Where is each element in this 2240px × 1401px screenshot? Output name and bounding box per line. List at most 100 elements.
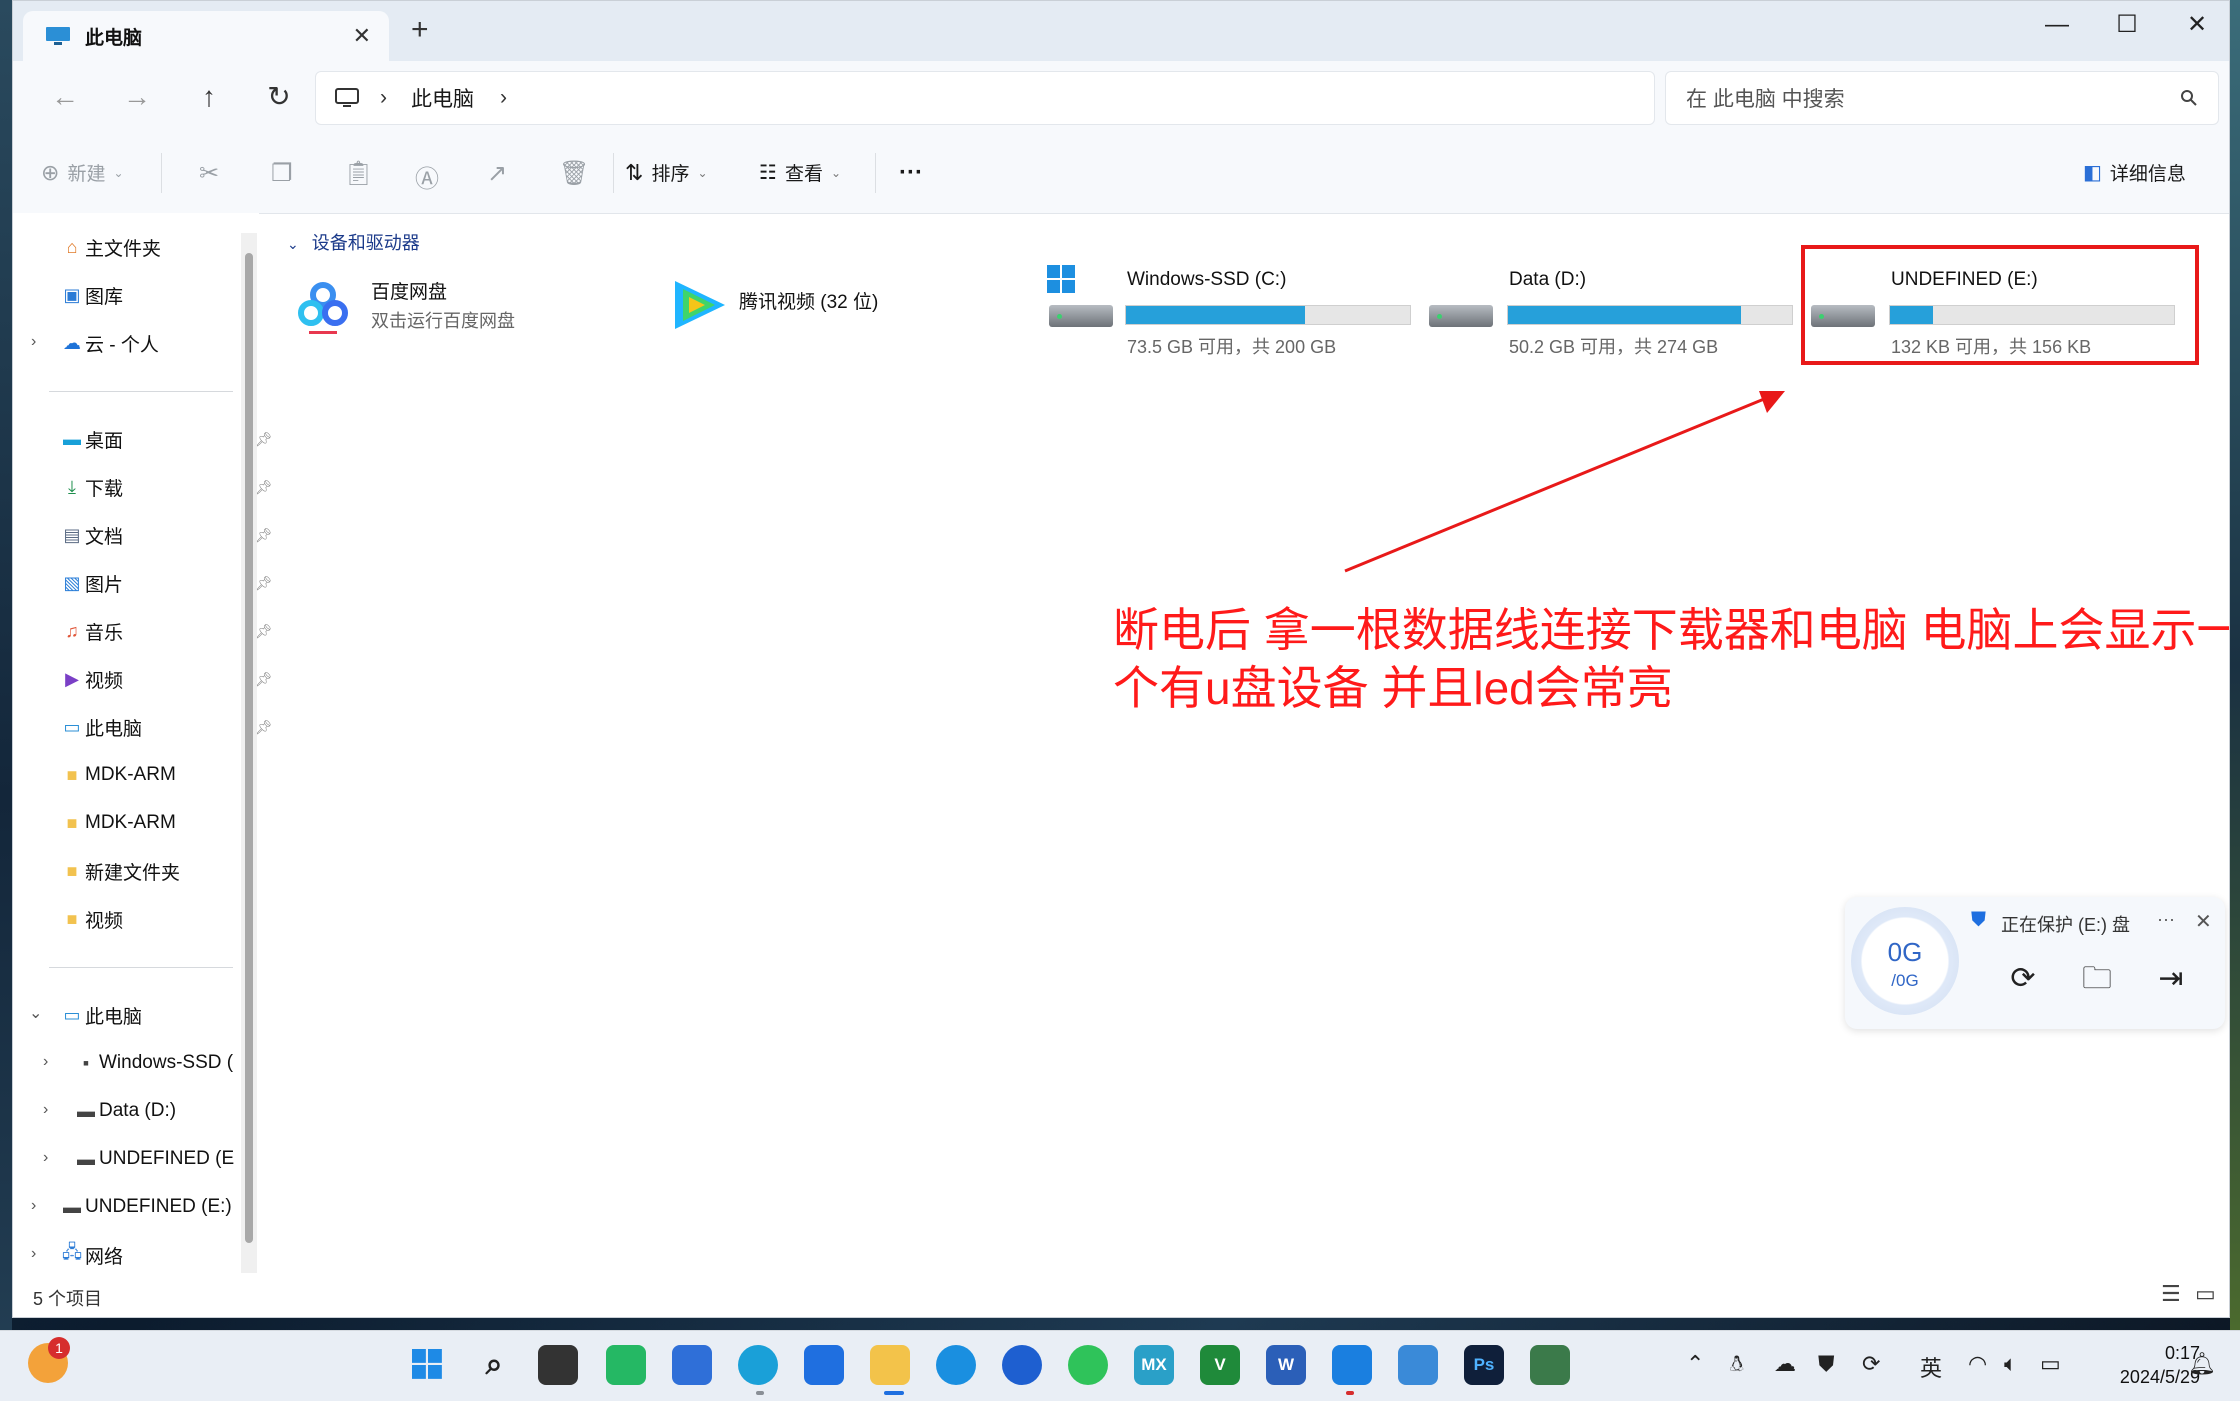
tree-item-undefined-e-child[interactable]: ▬ UNDEFINED (E [73,1139,243,1179]
mx-app-icon[interactable]: MX [1134,1345,1174,1385]
drive-name: Data (D:) [1509,269,1587,290]
details-pane-button[interactable]: ◧ 详细信息 [2083,159,2186,186]
windows-start-icon[interactable] [408,1345,448,1385]
chevron-right-icon[interactable]: › [31,333,36,351]
search-icon[interactable]: ⌕ [474,1345,514,1385]
sidebar-item-desktop[interactable]: ▬ 桌面 📌︎ [59,419,273,459]
tab-close-button[interactable]: ✕ [353,23,371,49]
terminal-icon[interactable] [1530,1345,1570,1385]
more-options-button[interactable]: ··· [899,159,923,187]
edge-icon[interactable] [738,1345,778,1385]
sidebar-item-home[interactable]: ⌂ 主文件夹 [59,227,161,267]
copy-icon[interactable]: ❐ [271,159,293,188]
ie-icon[interactable] [936,1345,976,1385]
drive-tile-d[interactable]: Data (D:) 50.2 GB 可用，共 274 GB [1427,265,1807,357]
gallery-icon: ▣ [63,284,81,305]
sidebar-item-cloud[interactable]: ☁ 云 - 个人 [59,323,159,363]
security-tray-icon[interactable]: ⛊ [1818,1351,1835,1377]
chevron-right-icon[interactable]: › [43,1149,48,1167]
sidebar-item-videos[interactable]: ▶ 视频 📌︎ [59,659,273,699]
app-tile-tencent-video[interactable]: 腾讯视频 (32 位) [669,267,1029,347]
photos-icon[interactable] [1398,1345,1438,1385]
sidebar-item-gallery[interactable]: ▣ 图库 [59,275,123,315]
sidebar-item-mdk-arm-1[interactable]: ■ MDK-ARM [59,755,176,795]
sidebar-scrollbar[interactable] [241,233,257,1273]
popup-more-button[interactable]: ··· [2157,909,2175,930]
wechat-icon[interactable] [1068,1345,1108,1385]
minimize-button[interactable]: — [2027,7,2087,43]
tree-item-undefined-e[interactable]: ▬ UNDEFINED (E:) [59,1187,232,1227]
sync-icon[interactable]: ⟳ [1862,1351,1880,1377]
chevron-right-icon[interactable]: › [31,1197,36,1215]
refresh-button[interactable]: ↻ [259,79,299,115]
app-tile-baidu[interactable]: 百度网盘 双击运行百度网盘 [291,267,651,347]
wifi-icon[interactable]: ◠ [1968,1351,1987,1377]
up-button[interactable]: ↑ [189,79,229,115]
sidebar-item-mdk-arm-2[interactable]: ■ MDK-ARM [59,803,176,843]
tray-overflow-icon[interactable]: ⌃ [1686,1351,1704,1377]
tree-item-data-d[interactable]: ▬ Data (D:) [73,1091,176,1131]
task-view-icon[interactable] [538,1345,578,1385]
new-button[interactable]: ⊕ 新建 ⌄ [41,159,124,186]
breadcrumb-chevron-icon[interactable]: › [500,86,507,110]
cloud-sync-icon[interactable]: ☁ [1774,1351,1796,1377]
view-button[interactable]: ☷ 查看 ⌄ [759,159,841,186]
details-view-icon[interactable]: ☰ [2161,1281,2181,1307]
content-area: ⌄ 设备和驱动器 百度网盘 双击运行百度网盘 腾讯视频 (32 位) Windo… [269,213,2219,1275]
sidebar-item-music[interactable]: ♫ 音乐 📌︎ [59,611,273,651]
file-explorer-icon[interactable] [870,1345,910,1385]
input-language[interactable]: 英 [1920,1351,1942,1383]
photoshop-icon[interactable]: Ps [1464,1345,1504,1385]
chevron-right-icon[interactable]: › [31,1245,36,1263]
phone-link-icon[interactable] [1332,1345,1372,1385]
notification-bell-icon[interactable]: 🔔︎ [2188,1351,2216,1377]
maximize-button[interactable]: ☐ [2097,7,2157,43]
address-bar[interactable]: › 此电脑 › [315,71,1655,125]
chevron-down-icon[interactable]: ⌄ [29,1003,42,1023]
share-icon[interactable]: ↗ [487,159,507,188]
qq-icon[interactable]: 🐧︎ [1730,1351,1744,1380]
popup-close-button[interactable]: ✕ [2195,909,2212,934]
sort-button[interactable]: ⇅ 排序 ⌄ [625,159,708,186]
delete-icon[interactable]: 🗑︎ [559,159,589,188]
battery-icon[interactable]: ▭ [2040,1351,2061,1377]
sidebar-item-downloads[interactable]: ⤓ 下载 📌︎ [59,467,273,507]
drive-tile-c[interactable]: Windows-SSD (C:) 73.5 GB 可用，共 200 GB [1047,265,1427,357]
sidebar-item-pictures[interactable]: ▧ 图片 📌︎ [59,563,272,603]
vs-app-icon[interactable]: V [1200,1345,1240,1385]
scan-icon[interactable]: ⟳ [2003,959,2043,999]
rename-icon[interactable]: Ⓐ [415,159,439,194]
chevron-right-icon[interactable]: › [43,1053,48,1071]
wechat-work-icon[interactable] [606,1345,646,1385]
sidebar-item-documents[interactable]: ▤ 文档 📌︎ [59,515,272,555]
cut-icon[interactable]: ✂ [199,159,219,188]
feather-app-icon[interactable] [1002,1345,1042,1385]
tab-this-pc[interactable]: 此电脑 ✕ [23,11,389,61]
shield-app-icon[interactable] [804,1345,844,1385]
forward-button[interactable]: → [117,79,157,115]
open-folder-icon[interactable]: 🗀︎ [2077,959,2117,999]
eject-icon[interactable]: ⇥ [2151,959,2191,999]
tree-item-this-pc[interactable]: ▭ 此电脑 [59,995,142,1035]
sidebar-item-new-folder[interactable]: ■ 新建文件夹 [59,851,180,891]
plus-circle-icon: ⊕ [41,159,60,185]
search-input[interactable]: 在 此电脑 中搜索 [1665,71,2219,125]
back-button[interactable]: ← [45,79,85,115]
sidebar-item-this-pc[interactable]: ▭ 此电脑 📌︎ [59,707,272,747]
close-button[interactable]: ✕ [2167,7,2227,43]
tree-item-windows-ssd[interactable]: ▪ Windows-SSD ( [73,1043,243,1083]
tree-item-network[interactable]: 🖧︎ 网络 [59,1235,123,1275]
scrollbar-thumb[interactable] [245,253,253,1243]
group-header-devices[interactable]: ⌄ 设备和驱动器 [287,229,420,255]
tiles-view-icon[interactable]: ▭ [2195,1281,2216,1307]
chevron-right-icon[interactable]: › [43,1101,48,1119]
new-tab-button[interactable]: + [411,15,429,45]
paste-icon[interactable]: 📋︎ [343,159,373,188]
clock[interactable]: 0:17 2024/5/29 [2090,1341,2200,1389]
volume-icon[interactable]: 🔈︎ [2004,1351,2017,1377]
breadcrumb-this-pc[interactable]: 此电脑 [411,83,474,113]
store-icon[interactable] [672,1345,712,1385]
sidebar-item-video-folder[interactable]: ■ 视频 [59,899,123,939]
word-icon[interactable]: W [1266,1345,1306,1385]
drive-icon [1049,305,1113,327]
